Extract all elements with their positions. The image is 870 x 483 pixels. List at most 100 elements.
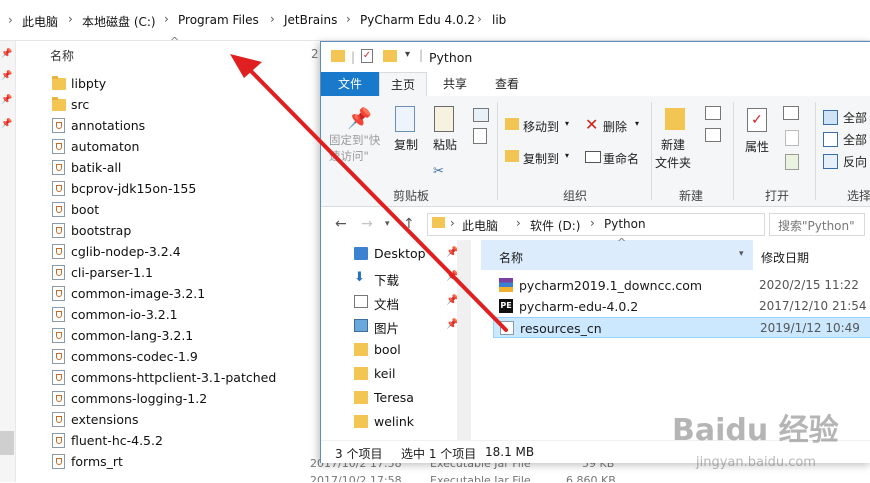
- file-row[interactable]: batik-all: [52, 157, 312, 178]
- file-row[interactable]: PE pycharm-edu-4.0.2 2017/12/10 21:54: [493, 296, 870, 317]
- history-icon[interactable]: [785, 154, 799, 170]
- breadcrumb-drive-c[interactable]: 本地磁盘 (C:): [82, 13, 156, 30]
- nav-item-文档[interactable]: 文档 📌: [354, 290, 464, 314]
- tab-home[interactable]: 主页: [379, 72, 427, 96]
- folder-row[interactable]: libpty: [52, 73, 312, 94]
- chevron-right-icon: ›: [8, 13, 13, 27]
- select-none-label: 全部: [843, 133, 868, 147]
- nav-scrollbar[interactable]: [457, 240, 471, 440]
- select-group-label: 选择: [846, 189, 870, 203]
- file-row[interactable]: commons-httpclient-3.1-patched: [52, 367, 312, 388]
- open-icon[interactable]: [783, 106, 799, 120]
- rename-button[interactable]: 重命名: [585, 148, 645, 168]
- file-row[interactable]: bcprov-jdk15on-155: [52, 178, 312, 199]
- jar-icon: [500, 321, 514, 335]
- recent-locations-icon[interactable]: ▾: [385, 219, 390, 229]
- nav-scrollbar-thumb[interactable]: [0, 431, 14, 455]
- paste-shortcut-icon[interactable]: [473, 128, 487, 144]
- address-this-pc[interactable]: 此电脑: [462, 217, 498, 234]
- move-to-button[interactable]: 移动到 ▾: [505, 116, 571, 136]
- nav-item-bool[interactable]: bool: [354, 338, 464, 362]
- file-row[interactable]: resources_cn 2019/1/12 10:49: [493, 317, 870, 338]
- file-row[interactable]: cglib-nodep-3.2.4: [52, 241, 312, 262]
- baidu-logo: Baidu 经验 jingyan.baidu.com: [672, 413, 839, 470]
- nav-item-图片[interactable]: 图片 📌: [354, 314, 464, 338]
- folder-icon: [354, 343, 368, 356]
- breadcrumb-pycharm-edu[interactable]: PyCharm Edu 4.0.2: [360, 13, 475, 27]
- jar-file-icon: [52, 160, 65, 175]
- copy-path-icon[interactable]: [473, 108, 489, 122]
- cut-icon[interactable]: ✂: [433, 164, 444, 179]
- address-bar[interactable]: › 此电脑 › 软件 (D:) › Python: [427, 213, 765, 236]
- new-folder-button[interactable]: 新建 文件夹: [655, 102, 703, 178]
- folder-icon: [354, 415, 368, 428]
- file-row[interactable]: bootstrap: [52, 220, 312, 241]
- folder-row[interactable]: src: [52, 94, 312, 115]
- file-row[interactable]: boot: [52, 199, 312, 220]
- address-python[interactable]: Python: [604, 217, 646, 231]
- invert-selection-button[interactable]: 反向: [823, 152, 870, 170]
- file-row[interactable]: fluent-hc-4.5.2: [52, 430, 312, 451]
- copy-to-button[interactable]: 复制到 ▾: [505, 148, 571, 168]
- copy-button[interactable]: 复制: [391, 102, 425, 162]
- address-drive-d[interactable]: 软件 (D:): [530, 217, 580, 234]
- nav-item-下载[interactable]: ⬇ 下载 📌: [354, 266, 464, 290]
- tab-view[interactable]: 查看: [487, 72, 527, 96]
- paste-button[interactable]: 粘贴: [429, 102, 463, 162]
- column-name-header[interactable]: 名称: [50, 47, 74, 64]
- delete-button[interactable]: ✕ 删除 ▾: [585, 115, 641, 136]
- file-row[interactable]: annotations: [52, 115, 312, 136]
- document-icon: [354, 295, 368, 308]
- open-group-label: 打开: [764, 189, 789, 203]
- search-input[interactable]: 搜索"Python": [778, 217, 855, 234]
- forward-arrow-icon[interactable]: →: [361, 216, 373, 232]
- tab-share[interactable]: 共享: [435, 72, 475, 96]
- file-row[interactable]: commons-codec-1.9: [52, 346, 312, 367]
- pin-icon[interactable]: 📌: [1, 119, 12, 129]
- breadcrumb-lib[interactable]: lib: [492, 13, 506, 27]
- column-date-partial[interactable]: 2: [311, 47, 319, 61]
- customize-toolbar-icon[interactable]: ▾: [405, 49, 410, 60]
- pin-icon[interactable]: 📌: [1, 71, 12, 81]
- file-row[interactable]: common-image-3.2.1: [52, 283, 312, 304]
- search-box[interactable]: 搜索"Python": [769, 213, 865, 236]
- breadcrumb-this-pc[interactable]: 此电脑: [22, 13, 58, 30]
- nav-item-desktop[interactable]: Desktop 📌: [354, 242, 464, 266]
- chevron-down-icon[interactable]: ▾: [739, 249, 744, 259]
- tab-file[interactable]: 文件: [321, 72, 379, 96]
- file-row[interactable]: pycharm2019.1_downcc.com 2020/2/15 11:22: [493, 275, 870, 296]
- nav-item-keil[interactable]: keil: [354, 362, 464, 386]
- column-date-header[interactable]: 修改日期: [761, 249, 809, 266]
- file-row[interactable]: common-lang-3.2.1: [52, 325, 312, 346]
- file-row[interactable]: cli-parser-1.1: [52, 262, 312, 283]
- column-name-header[interactable]: 名称 ^ ▾: [481, 236, 753, 270]
- properties-quick-icon[interactable]: ✓: [361, 49, 373, 63]
- breadcrumb-program-files[interactable]: Program Files: [178, 13, 259, 27]
- file-row[interactable]: extensions: [52, 409, 312, 430]
- title-bar[interactable]: | ✓ ▾ | Python: [321, 42, 870, 72]
- pin-quick-access-button[interactable]: 📌 固定到"快速访问": [329, 102, 387, 172]
- nav-item-teresa[interactable]: Teresa: [354, 386, 464, 410]
- back-arrow-icon[interactable]: ←: [335, 216, 347, 232]
- select-none-button[interactable]: 全部: [823, 130, 870, 148]
- pin-icon[interactable]: 📌: [1, 49, 12, 59]
- file-row[interactable]: common-io-3.2.1: [52, 304, 312, 325]
- file-name: annotations: [71, 118, 146, 133]
- nav-item-welink[interactable]: welink: [354, 410, 464, 434]
- edit-icon[interactable]: [785, 130, 799, 146]
- new-folder-quick-icon[interactable]: [383, 50, 397, 62]
- file-row[interactable]: commons-logging-1.2: [52, 388, 312, 409]
- easy-access-icon[interactable]: [705, 128, 721, 142]
- nav-item-label: welink: [374, 414, 415, 429]
- back-address-bar[interactable]: › 此电脑 › 本地磁盘 (C:) › Program Files › JetB…: [0, 0, 870, 41]
- file-row[interactable]: automaton: [52, 136, 312, 157]
- file-name: pycharm-edu-4.0.2: [519, 299, 639, 314]
- properties-button[interactable]: ✓ 属性: [739, 102, 779, 168]
- breadcrumb-jetbrains[interactable]: JetBrains: [284, 13, 337, 27]
- copy-icon: [395, 106, 415, 132]
- pin-icon[interactable]: 📌: [1, 95, 12, 105]
- new-item-icon[interactable]: [705, 106, 721, 120]
- file-row[interactable]: forms_rt: [52, 451, 312, 472]
- select-all-button[interactable]: 全部: [823, 108, 870, 126]
- up-arrow-icon[interactable]: ↑: [403, 216, 415, 232]
